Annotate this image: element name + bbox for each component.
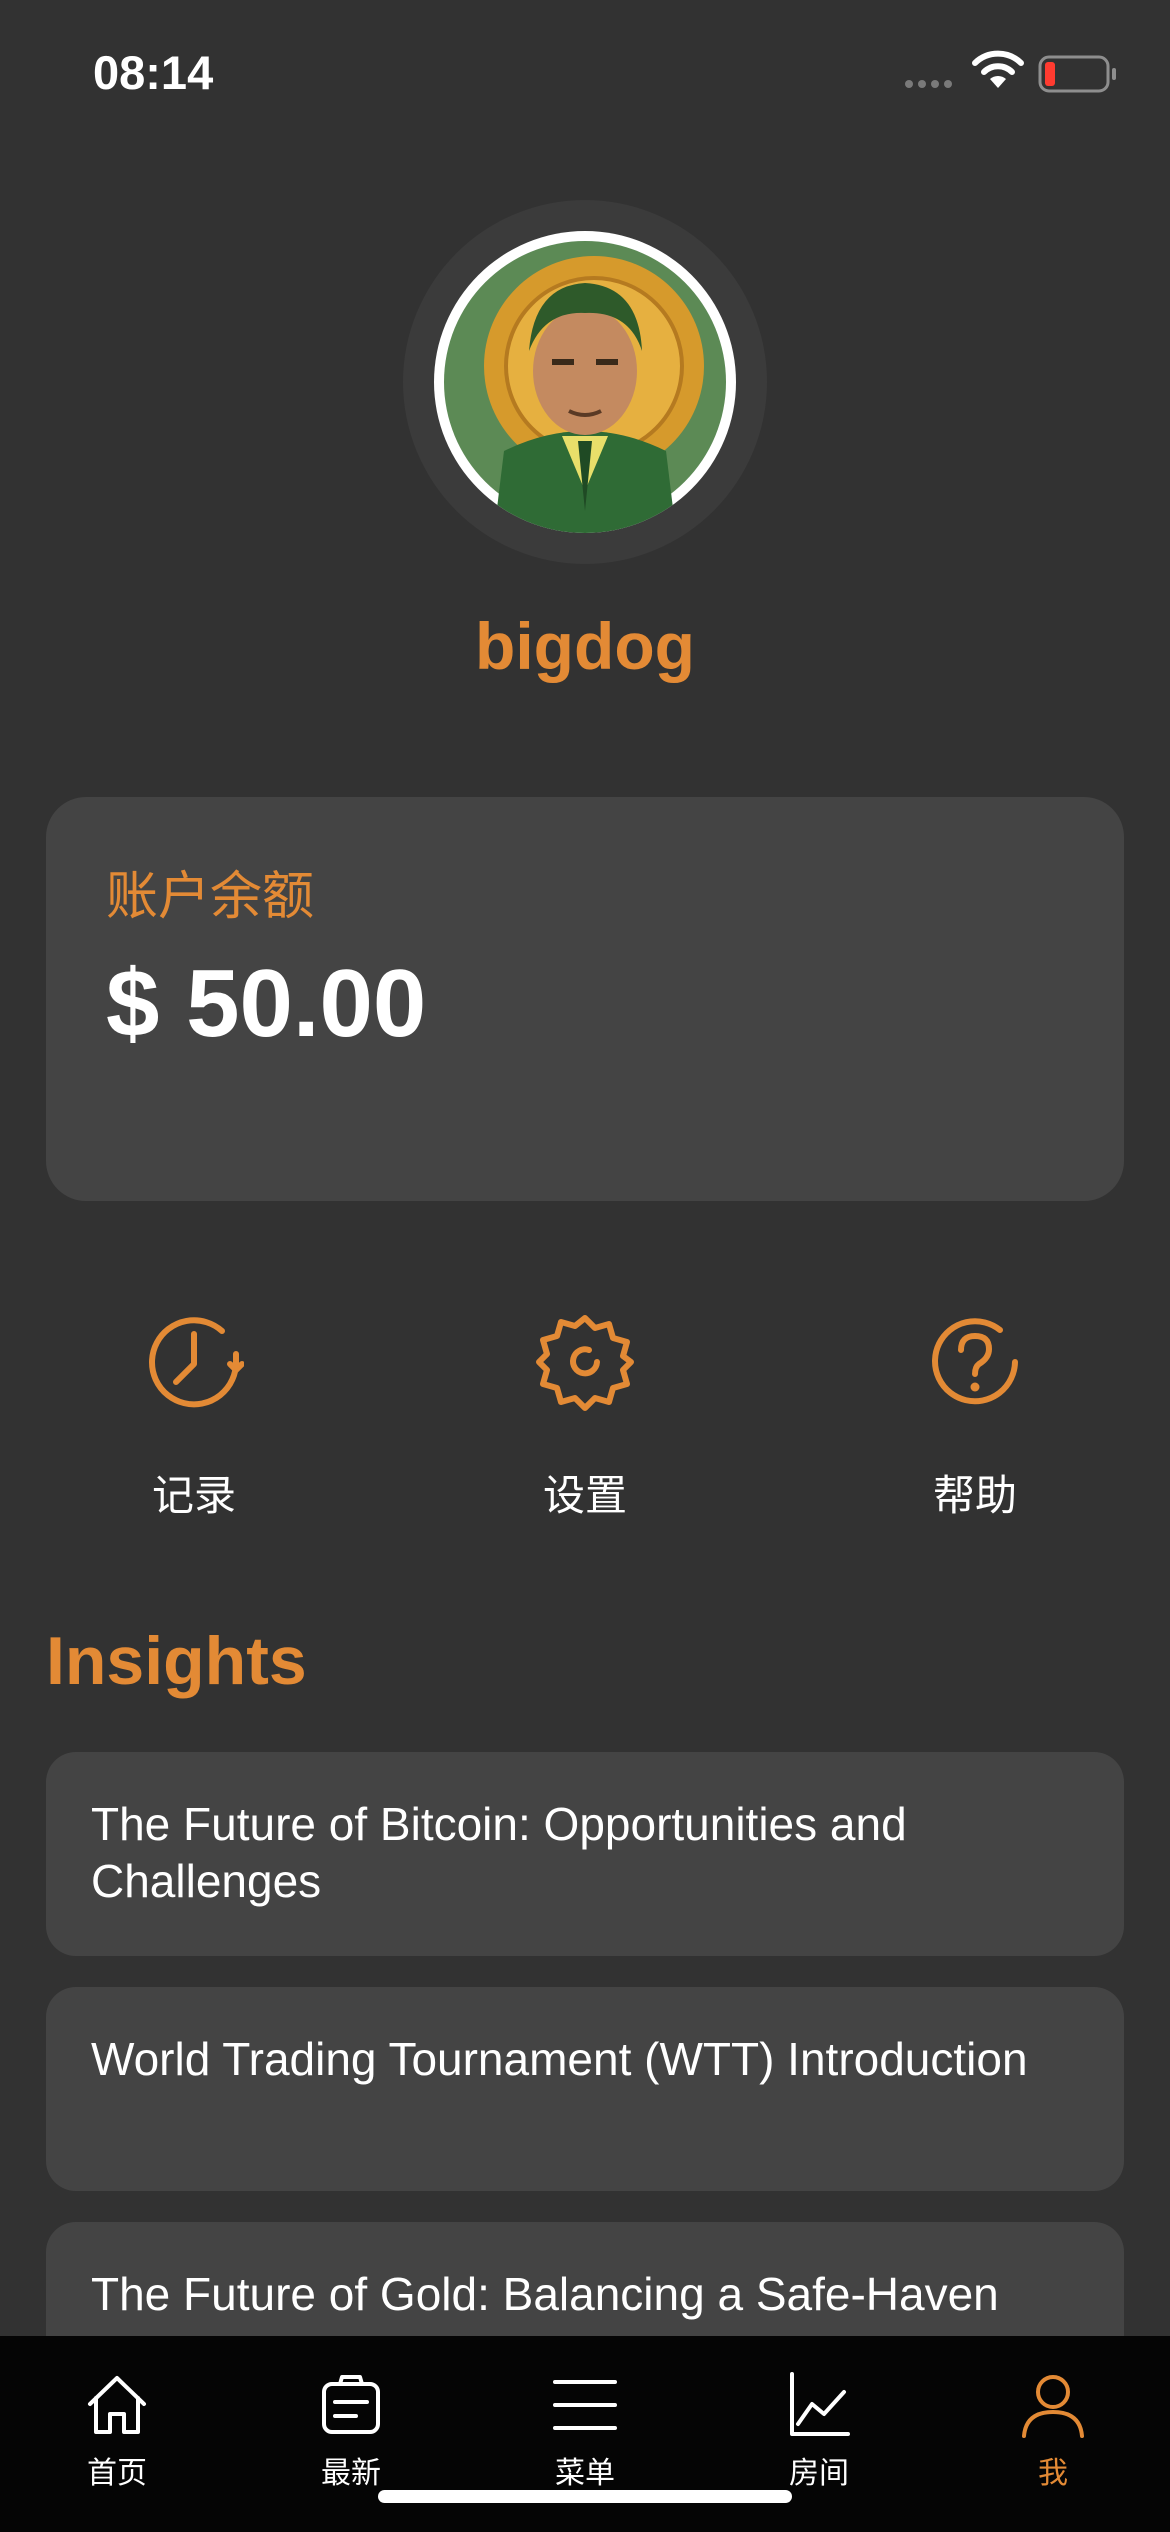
- tab-me-label: 我: [1038, 2457, 1068, 2490]
- help-button[interactable]: 帮助: [855, 1312, 1095, 1532]
- cellular-signal-icon: [905, 80, 952, 88]
- avatar[interactable]: [434, 231, 736, 533]
- tab-latest-label: 最新: [321, 2457, 381, 2490]
- home-icon: [88, 2376, 146, 2434]
- user-icon: [1022, 2375, 1084, 2438]
- help-label: 帮助: [932, 1472, 1017, 1519]
- avatar-image: [444, 241, 726, 533]
- home-indicator: [378, 2490, 792, 2503]
- insight-title: The Future of Bitcoin: Opportunities and…: [91, 1798, 907, 1907]
- balance-value: $ 50.00: [106, 950, 427, 1057]
- news-icon: [322, 2375, 380, 2434]
- insight-title: World Trading Tournament (WTT) Introduct…: [91, 2033, 1028, 2085]
- insight-card[interactable]: The Future of Bitcoin: Opportunities and…: [46, 1752, 1124, 1956]
- insights-title: Insights: [46, 1623, 307, 1699]
- tab-me[interactable]: 我: [963, 2372, 1143, 2492]
- records-button[interactable]: 记录: [74, 1312, 314, 1532]
- status-time: 08:14: [93, 46, 214, 99]
- tab-rooms-label: 房间: [789, 2457, 849, 2490]
- records-label: 记录: [151, 1472, 236, 1519]
- insight-title: The Future of Gold: Balancing a Safe-Hav…: [91, 2268, 999, 2320]
- wifi-icon: [972, 50, 1024, 88]
- username: bigdog: [475, 609, 695, 683]
- tab-menu[interactable]: 菜单: [495, 2372, 675, 2492]
- gear-icon: [536, 1315, 634, 1411]
- history-clock-icon: [149, 1317, 244, 1408]
- tab-rooms[interactable]: 房间: [729, 2372, 909, 2492]
- menu-icon: [553, 2380, 617, 2430]
- battery-icon: [1038, 55, 1116, 93]
- settings-label: 设置: [542, 1472, 627, 1519]
- status-bar: 08:14: [0, 0, 1170, 140]
- chart-icon: [790, 2372, 850, 2436]
- balance-label: 账户余额: [106, 868, 315, 926]
- insight-card[interactable]: World Trading Tournament (WTT) Introduct…: [46, 1987, 1124, 2191]
- tab-menu-label: 菜单: [555, 2457, 615, 2490]
- tab-latest[interactable]: 最新: [261, 2372, 441, 2492]
- settings-button[interactable]: 设置: [465, 1312, 705, 1532]
- tab-home-label: 首页: [87, 2457, 147, 2490]
- balance-card: 账户余额 $ 50.00: [46, 797, 1124, 1201]
- tab-home[interactable]: 首页: [27, 2372, 207, 2492]
- help-circle-icon: [932, 1318, 1018, 1405]
